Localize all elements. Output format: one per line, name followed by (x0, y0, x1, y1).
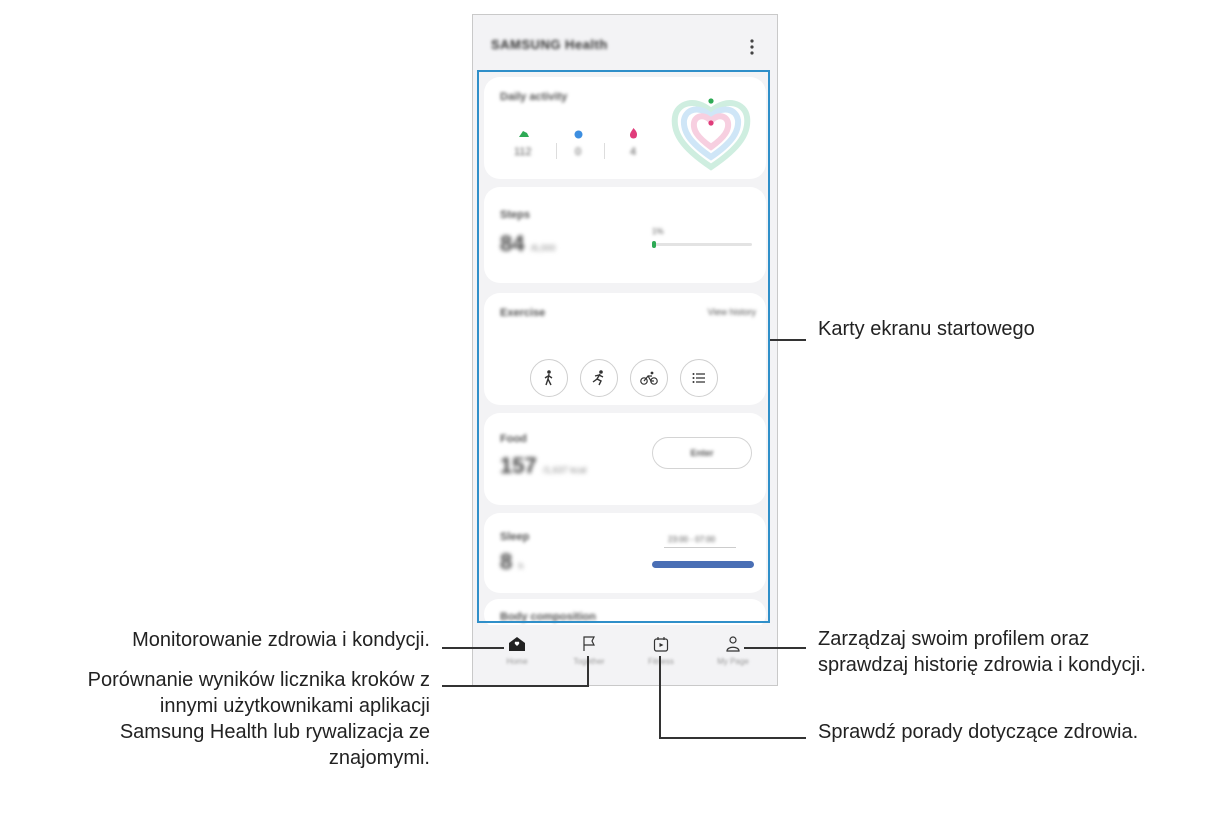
fitness-icon (653, 637, 669, 652)
callout-line-fitness-v (659, 656, 661, 739)
callout-line-together-h (442, 685, 589, 687)
active-time-icon (574, 130, 583, 139)
daily-activity-card[interactable]: Daily activity 112 0 4 (484, 77, 766, 179)
sleep-bar (652, 561, 754, 568)
more-vert-icon[interactable] (747, 37, 757, 57)
home-icon (509, 637, 525, 651)
walking-icon (544, 370, 553, 386)
nav-fitness[interactable]: Fitness (631, 635, 691, 675)
walking-button[interactable] (530, 359, 568, 397)
callout-my-page-line2: sprawdzaj historię zdrowia i kondycji. (818, 654, 1146, 676)
nav-together-label: Together (559, 657, 619, 666)
steps-percent: 1% (652, 227, 664, 236)
sleep-value: 8 h (500, 549, 523, 575)
nav-together[interactable]: Together (559, 635, 619, 675)
callout-home-cards: Karty ekranu startowego (818, 318, 1035, 340)
food-enter-label: Enter (690, 448, 714, 458)
running-button[interactable] (580, 359, 618, 397)
flag-icon (583, 636, 595, 651)
daily-activity-title: Daily activity (500, 91, 568, 103)
sleep-time-range: 23:00 - 07:00 (668, 535, 716, 544)
steps-progress-track (652, 241, 752, 248)
divider (604, 143, 605, 159)
bottom-navigation: Home Together Fitness My Page (473, 625, 777, 685)
nav-fitness-label: Fitness (631, 657, 691, 666)
steps-progress-fill (652, 241, 656, 248)
callout-line-mypage (744, 647, 806, 649)
sleep-unit: h (518, 561, 524, 571)
exercise-card[interactable]: Exercise View history (484, 293, 766, 405)
callout-line-home (442, 647, 504, 649)
daily-steps-value: 112 (514, 146, 532, 158)
food-card[interactable]: Food 157 /1,637 kcal Enter (484, 413, 766, 505)
callout-together-line4: znajomymi. (328, 747, 430, 769)
steps-goal: /6,000 (530, 243, 556, 253)
running-icon (592, 370, 604, 386)
exercise-list-button[interactable] (680, 359, 718, 397)
callout-together-line3: Samsung Health lub rywalizacja ze (119, 721, 430, 743)
list-icon (692, 373, 705, 383)
sleep-title: Sleep (500, 531, 530, 543)
nav-my-page-label: My Page (717, 657, 749, 666)
exercise-title: Exercise (500, 307, 546, 319)
sleep-count: 8 (500, 549, 513, 574)
sleep-card[interactable]: Sleep 8 h 23:00 - 07:00 (484, 513, 766, 593)
callout-together: Porównanie wyników licznika kroków z inn… (88, 667, 430, 771)
callout-home: Monitorowanie zdrowia i kondycji. (132, 629, 430, 651)
food-enter-button[interactable]: Enter (652, 437, 752, 469)
person-icon (726, 636, 740, 652)
phone-screen: SAMSUNG Health Daily activity 112 0 4 St… (472, 14, 778, 686)
steps-value: 84 /6,000 (500, 231, 556, 257)
nav-home[interactable]: Home (487, 635, 547, 675)
steps-card[interactable]: Steps 84 /6,000 1% (484, 187, 766, 283)
food-unit: /1,637 kcal (542, 465, 587, 475)
body-composition-title: Body composition (500, 611, 596, 623)
callout-line-cards (770, 339, 806, 341)
callout-line-together-v (587, 656, 589, 687)
divider (556, 143, 557, 159)
steps-count: 84 (500, 231, 525, 256)
activity-rings-heart (671, 98, 751, 171)
steps-shoe-icon (519, 131, 529, 137)
daily-active-value: 0 (575, 146, 582, 158)
sleep-range-underline (664, 547, 736, 548)
food-value: 157 /1,637 kcal (500, 453, 586, 479)
callout-fitness: Sprawdź porady dotyczące zdrowia. (818, 721, 1139, 743)
app-title: SAMSUNG Health (491, 37, 608, 52)
cycling-button[interactable] (630, 359, 668, 397)
callout-my-page: Zarządzaj swoim profilem oraz sprawdzaj … (818, 626, 1146, 678)
nav-my-page[interactable]: My Page (703, 635, 763, 675)
callout-together-line1: Porównanie wyników licznika kroków z (87, 669, 430, 691)
steps-title: Steps (500, 209, 530, 221)
daily-calories-value: 4 (630, 146, 637, 158)
cycling-icon (640, 371, 658, 385)
callout-line-fitness-h (659, 737, 806, 739)
callout-my-page-line1: Zarządzaj swoim profilem oraz (818, 628, 1090, 650)
flame-icon (629, 128, 638, 139)
view-history-link[interactable]: View history (708, 307, 756, 317)
nav-home-label: Home (506, 657, 528, 666)
food-count: 157 (500, 453, 537, 478)
food-title: Food (500, 433, 527, 445)
callout-together-line2: innymi użytkownikami aplikacji (159, 695, 430, 717)
